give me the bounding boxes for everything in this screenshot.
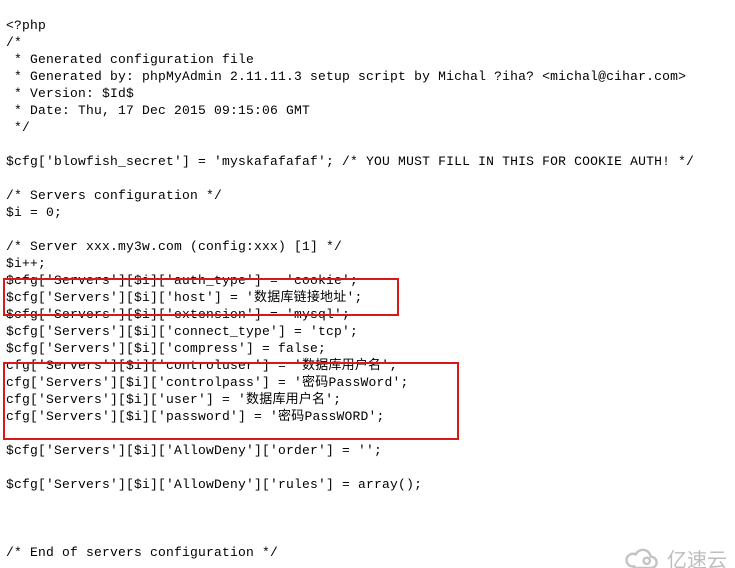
code-line: $cfg['Servers'][$i]['AllowDeny']['rules'… xyxy=(6,477,422,492)
code-line: cfg['Servers'][$i]['controluser'] = '数据库… xyxy=(6,358,397,373)
code-line: $i++; xyxy=(6,256,46,271)
code-line: /* End of servers configuration */ xyxy=(6,545,278,560)
code-line: /* Servers configuration */ xyxy=(6,188,222,203)
code-line: $cfg['Servers'][$i]['extension'] = 'mysq… xyxy=(6,307,350,322)
code-line: * Date: Thu, 17 Dec 2015 09:15:06 GMT xyxy=(6,103,310,118)
code-line: cfg['Servers'][$i]['user'] = '数据库用户名'; xyxy=(6,392,341,407)
code-line: */ xyxy=(6,120,30,135)
code-line: /* Server xxx.my3w.com (config:xxx) [1] … xyxy=(6,239,342,254)
code-line: /* xyxy=(6,35,22,50)
php-config-code: <?php /* * Generated configuration file … xyxy=(0,13,735,568)
code-line: $cfg['Servers'][$i]['AllowDeny']['order'… xyxy=(6,443,382,458)
code-line: cfg['Servers'][$i]['controlpass'] = '密码P… xyxy=(6,375,408,390)
code-line: $cfg['Servers'][$i]['auth_type'] = 'cook… xyxy=(6,273,358,288)
code-line: $cfg['Servers'][$i]['compress'] = false; xyxy=(6,341,326,356)
code-line: $cfg['blowfish_secret'] = 'myskafafafaf'… xyxy=(6,154,694,169)
code-line: * Generated configuration file xyxy=(6,52,254,67)
code-line: $i = 0; xyxy=(6,205,62,220)
code-line: * Version: $Id$ xyxy=(6,86,134,101)
code-line: cfg['Servers'][$i]['password'] = '密码Pass… xyxy=(6,409,384,424)
code-line: <?php xyxy=(6,18,46,33)
code-line: $cfg['Servers'][$i]['host'] = '数据库链接地址'; xyxy=(6,290,362,305)
code-line: $cfg['Servers'][$i]['connect_type'] = 't… xyxy=(6,324,358,339)
code-line: * Generated by: phpMyAdmin 2.11.11.3 set… xyxy=(6,69,686,84)
